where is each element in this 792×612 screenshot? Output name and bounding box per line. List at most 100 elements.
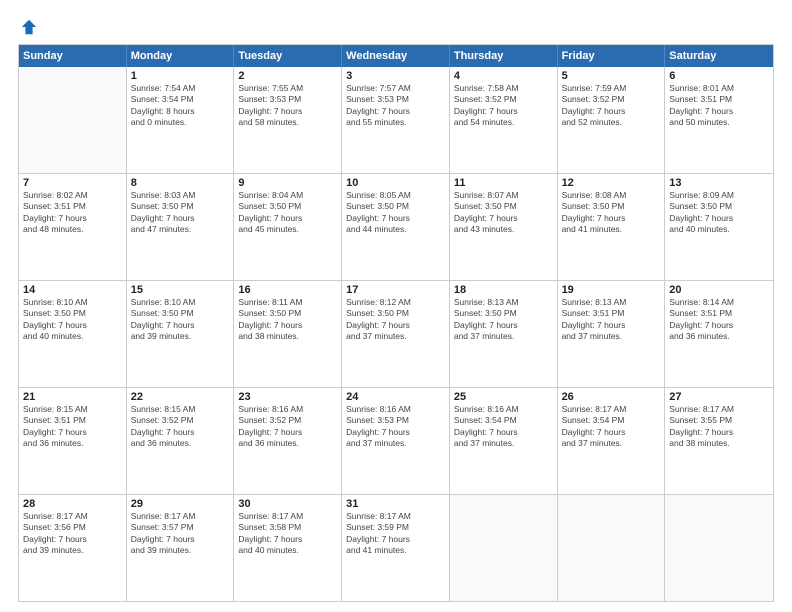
day-info: Sunrise: 8:17 AMSunset: 3:54 PMDaylight:… xyxy=(562,404,661,450)
day-number: 25 xyxy=(454,391,553,403)
table-row: 18Sunrise: 8:13 AMSunset: 3:50 PMDayligh… xyxy=(450,281,558,387)
day-info: Sunrise: 8:17 AMSunset: 3:58 PMDaylight:… xyxy=(238,511,337,557)
day-info: Sunrise: 8:09 AMSunset: 3:50 PMDaylight:… xyxy=(669,190,769,236)
day-info: Sunrise: 8:11 AMSunset: 3:50 PMDaylight:… xyxy=(238,297,337,343)
table-row: 4Sunrise: 7:58 AMSunset: 3:52 PMDaylight… xyxy=(450,67,558,173)
week-row-1: 7Sunrise: 8:02 AMSunset: 3:51 PMDaylight… xyxy=(19,174,773,281)
header-day-saturday: Saturday xyxy=(665,45,773,67)
table-row: 2Sunrise: 7:55 AMSunset: 3:53 PMDaylight… xyxy=(234,67,342,173)
table-row: 14Sunrise: 8:10 AMSunset: 3:50 PMDayligh… xyxy=(19,281,127,387)
table-row: 23Sunrise: 8:16 AMSunset: 3:52 PMDayligh… xyxy=(234,388,342,494)
day-number: 29 xyxy=(131,498,230,510)
day-info: Sunrise: 7:58 AMSunset: 3:52 PMDaylight:… xyxy=(454,83,553,129)
day-info: Sunrise: 8:01 AMSunset: 3:51 PMDaylight:… xyxy=(669,83,769,129)
calendar-body: 1Sunrise: 7:54 AMSunset: 3:54 PMDaylight… xyxy=(19,67,773,601)
table-row: 11Sunrise: 8:07 AMSunset: 3:50 PMDayligh… xyxy=(450,174,558,280)
table-row: 21Sunrise: 8:15 AMSunset: 3:51 PMDayligh… xyxy=(19,388,127,494)
day-number: 2 xyxy=(238,70,337,82)
table-row: 1Sunrise: 7:54 AMSunset: 3:54 PMDaylight… xyxy=(127,67,235,173)
day-info: Sunrise: 8:17 AMSunset: 3:55 PMDaylight:… xyxy=(669,404,769,450)
table-row xyxy=(665,495,773,601)
day-number: 31 xyxy=(346,498,445,510)
day-number: 30 xyxy=(238,498,337,510)
table-row xyxy=(450,495,558,601)
day-number: 5 xyxy=(562,70,661,82)
table-row: 25Sunrise: 8:16 AMSunset: 3:54 PMDayligh… xyxy=(450,388,558,494)
day-info: Sunrise: 8:10 AMSunset: 3:50 PMDaylight:… xyxy=(131,297,230,343)
table-row: 31Sunrise: 8:17 AMSunset: 3:59 PMDayligh… xyxy=(342,495,450,601)
day-number: 21 xyxy=(23,391,122,403)
header-day-monday: Monday xyxy=(127,45,235,67)
table-row: 19Sunrise: 8:13 AMSunset: 3:51 PMDayligh… xyxy=(558,281,666,387)
table-row: 26Sunrise: 8:17 AMSunset: 3:54 PMDayligh… xyxy=(558,388,666,494)
day-number: 15 xyxy=(131,284,230,296)
calendar-header: SundayMondayTuesdayWednesdayThursdayFrid… xyxy=(19,45,773,67)
day-number: 20 xyxy=(669,284,769,296)
day-number: 8 xyxy=(131,177,230,189)
day-number: 4 xyxy=(454,70,553,82)
table-row: 27Sunrise: 8:17 AMSunset: 3:55 PMDayligh… xyxy=(665,388,773,494)
day-info: Sunrise: 8:12 AMSunset: 3:50 PMDaylight:… xyxy=(346,297,445,343)
day-number: 9 xyxy=(238,177,337,189)
day-info: Sunrise: 8:04 AMSunset: 3:50 PMDaylight:… xyxy=(238,190,337,236)
day-number: 7 xyxy=(23,177,122,189)
day-number: 23 xyxy=(238,391,337,403)
day-info: Sunrise: 8:08 AMSunset: 3:50 PMDaylight:… xyxy=(562,190,661,236)
day-number: 3 xyxy=(346,70,445,82)
day-number: 26 xyxy=(562,391,661,403)
logo xyxy=(18,18,38,36)
day-number: 18 xyxy=(454,284,553,296)
week-row-2: 14Sunrise: 8:10 AMSunset: 3:50 PMDayligh… xyxy=(19,281,773,388)
header-day-wednesday: Wednesday xyxy=(342,45,450,67)
day-info: Sunrise: 8:05 AMSunset: 3:50 PMDaylight:… xyxy=(346,190,445,236)
day-number: 28 xyxy=(23,498,122,510)
day-info: Sunrise: 8:15 AMSunset: 3:51 PMDaylight:… xyxy=(23,404,122,450)
table-row: 7Sunrise: 8:02 AMSunset: 3:51 PMDaylight… xyxy=(19,174,127,280)
day-info: Sunrise: 8:14 AMSunset: 3:51 PMDaylight:… xyxy=(669,297,769,343)
day-info: Sunrise: 8:03 AMSunset: 3:50 PMDaylight:… xyxy=(131,190,230,236)
day-number: 27 xyxy=(669,391,769,403)
page: SundayMondayTuesdayWednesdayThursdayFrid… xyxy=(0,0,792,612)
week-row-3: 21Sunrise: 8:15 AMSunset: 3:51 PMDayligh… xyxy=(19,388,773,495)
day-info: Sunrise: 8:15 AMSunset: 3:52 PMDaylight:… xyxy=(131,404,230,450)
table-row: 5Sunrise: 7:59 AMSunset: 3:52 PMDaylight… xyxy=(558,67,666,173)
day-info: Sunrise: 8:17 AMSunset: 3:59 PMDaylight:… xyxy=(346,511,445,557)
logo-icon xyxy=(20,18,38,36)
table-row: 20Sunrise: 8:14 AMSunset: 3:51 PMDayligh… xyxy=(665,281,773,387)
day-info: Sunrise: 7:59 AMSunset: 3:52 PMDaylight:… xyxy=(562,83,661,129)
table-row: 16Sunrise: 8:11 AMSunset: 3:50 PMDayligh… xyxy=(234,281,342,387)
day-number: 13 xyxy=(669,177,769,189)
day-number: 14 xyxy=(23,284,122,296)
table-row: 24Sunrise: 8:16 AMSunset: 3:53 PMDayligh… xyxy=(342,388,450,494)
table-row: 17Sunrise: 8:12 AMSunset: 3:50 PMDayligh… xyxy=(342,281,450,387)
table-row: 12Sunrise: 8:08 AMSunset: 3:50 PMDayligh… xyxy=(558,174,666,280)
header-day-sunday: Sunday xyxy=(19,45,127,67)
day-info: Sunrise: 8:10 AMSunset: 3:50 PMDaylight:… xyxy=(23,297,122,343)
week-row-4: 28Sunrise: 8:17 AMSunset: 3:56 PMDayligh… xyxy=(19,495,773,601)
table-row: 30Sunrise: 8:17 AMSunset: 3:58 PMDayligh… xyxy=(234,495,342,601)
calendar: SundayMondayTuesdayWednesdayThursdayFrid… xyxy=(18,44,774,602)
day-info: Sunrise: 8:13 AMSunset: 3:51 PMDaylight:… xyxy=(562,297,661,343)
day-info: Sunrise: 8:17 AMSunset: 3:56 PMDaylight:… xyxy=(23,511,122,557)
day-info: Sunrise: 7:57 AMSunset: 3:53 PMDaylight:… xyxy=(346,83,445,129)
table-row: 13Sunrise: 8:09 AMSunset: 3:50 PMDayligh… xyxy=(665,174,773,280)
header-day-tuesday: Tuesday xyxy=(234,45,342,67)
day-info: Sunrise: 7:55 AMSunset: 3:53 PMDaylight:… xyxy=(238,83,337,129)
table-row: 10Sunrise: 8:05 AMSunset: 3:50 PMDayligh… xyxy=(342,174,450,280)
day-info: Sunrise: 8:17 AMSunset: 3:57 PMDaylight:… xyxy=(131,511,230,557)
table-row: 22Sunrise: 8:15 AMSunset: 3:52 PMDayligh… xyxy=(127,388,235,494)
day-number: 11 xyxy=(454,177,553,189)
day-number: 1 xyxy=(131,70,230,82)
table-row: 3Sunrise: 7:57 AMSunset: 3:53 PMDaylight… xyxy=(342,67,450,173)
header-day-friday: Friday xyxy=(558,45,666,67)
table-row: 28Sunrise: 8:17 AMSunset: 3:56 PMDayligh… xyxy=(19,495,127,601)
table-row xyxy=(19,67,127,173)
day-number: 19 xyxy=(562,284,661,296)
table-row: 9Sunrise: 8:04 AMSunset: 3:50 PMDaylight… xyxy=(234,174,342,280)
day-info: Sunrise: 7:54 AMSunset: 3:54 PMDaylight:… xyxy=(131,83,230,129)
day-number: 17 xyxy=(346,284,445,296)
day-number: 12 xyxy=(562,177,661,189)
table-row: 6Sunrise: 8:01 AMSunset: 3:51 PMDaylight… xyxy=(665,67,773,173)
day-info: Sunrise: 8:13 AMSunset: 3:50 PMDaylight:… xyxy=(454,297,553,343)
header-day-thursday: Thursday xyxy=(450,45,558,67)
